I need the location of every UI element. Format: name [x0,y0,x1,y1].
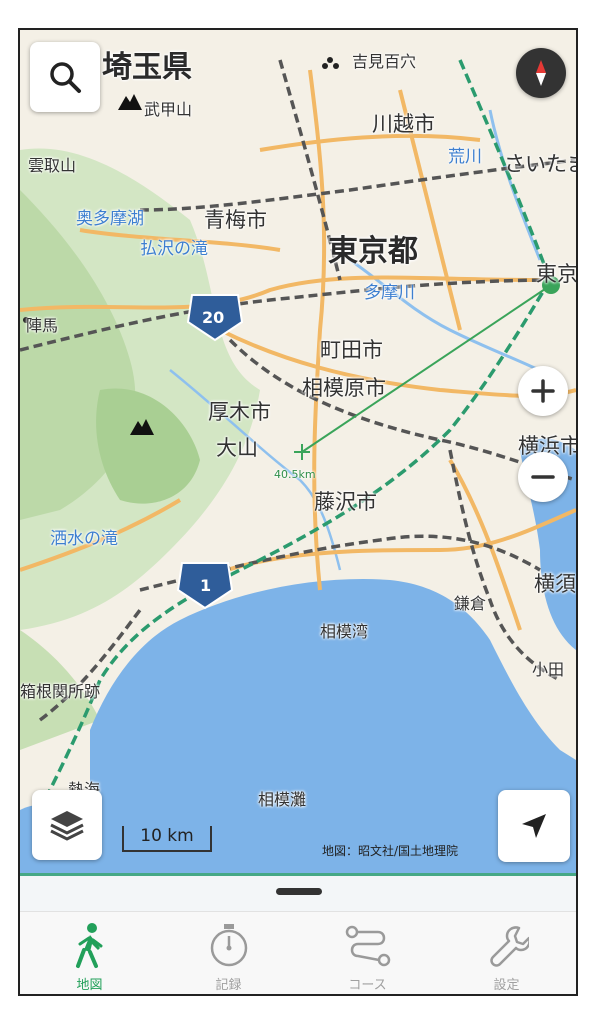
label-ome: 青梅市 [204,208,267,232]
layers-icon [50,811,84,841]
map-canvas [20,30,576,873]
location-arrow-icon [522,814,546,838]
map-attribution: 地図：昭文社/国土地理院 [322,844,459,858]
tab-record-label: 記録 [215,978,242,993]
map-view[interactable]: 埼玉県 吉見百穴 武甲山 川越市 さいたま 荒川 雲取山 奥多摩湖 青梅市 払沢… [20,30,576,873]
tab-course-label: コース [348,978,387,993]
tab-settings-label: 設定 [493,978,520,993]
current-location-button[interactable] [498,790,570,862]
label-yokosuka: 横須 [534,572,576,596]
plus-icon [531,379,555,403]
route-20-number: 20 [202,308,225,327]
tab-map[interactable]: 地図 [20,912,159,994]
label-sagami-nada: 相模灘 [258,790,307,809]
zoom-in-button[interactable] [518,366,568,416]
tab-record[interactable]: 記録 [159,912,298,994]
label-tokyo: 東京都 [328,234,418,269]
label-oyama: 大山 [216,436,258,460]
label-sagamihara: 相模原市 [302,376,386,400]
tab-bar: 地図 記録 コース 設定 [20,911,576,994]
layers-button[interactable] [32,790,102,860]
compass-icon [536,60,546,86]
label-jinba: 陣馬 [26,316,59,335]
distance-label: 40.5km [274,468,316,481]
label-fujisawa: 藤沢市 [314,490,377,514]
route-1-number: 1 [200,576,212,595]
bottom-sheet[interactable] [20,873,576,914]
label-atsugi: 厚木市 [208,400,271,424]
scale-bar: 10 km [122,826,212,852]
wrench-icon [489,926,529,967]
walker-icon [75,923,102,968]
label-okutama: 奥多摩湖 [76,209,144,229]
label-kumotori: 雲取山 [28,156,77,175]
search-button[interactable] [30,42,100,112]
label-sagami-bay: 相模湾 [320,622,369,641]
label-machida: 町田市 [320,338,383,362]
compass-button[interactable] [516,48,566,98]
label-saitama-city: さいたま [504,152,576,176]
tab-course[interactable]: コース [298,912,437,994]
stopwatch-icon [210,924,247,967]
label-odawara: 小田 [532,660,565,679]
label-tokyo-station: 東京 [536,262,576,286]
minus-icon [531,475,555,479]
label-sakawa-falls: 洒水の滝 [50,529,118,549]
label-bukosan: 武甲山 [144,100,193,119]
label-hakone: 箱根関所跡 [20,682,101,701]
label-yoshimi: 吉見百穴 [352,52,417,71]
label-kamakura: 鎌倉 [454,594,487,613]
label-saitama: 埼玉県 [102,50,192,85]
search-icon [50,62,81,93]
label-hossawa: 払沢の滝 [140,239,208,259]
zoom-out-button[interactable] [518,452,568,502]
label-kawagoe: 川越市 [372,112,435,136]
label-tamagawa: 多摩川 [364,283,415,303]
app-screen: 埼玉県 吉見百穴 武甲山 川越市 さいたま 荒川 雲取山 奥多摩湖 青梅市 払沢… [18,28,578,996]
label-arakawa: 荒川 [448,147,482,167]
sheet-handle[interactable] [276,888,322,895]
tab-settings[interactable]: 設定 [437,912,576,994]
route-icon [345,925,390,967]
tab-map-label: 地図 [76,978,103,993]
